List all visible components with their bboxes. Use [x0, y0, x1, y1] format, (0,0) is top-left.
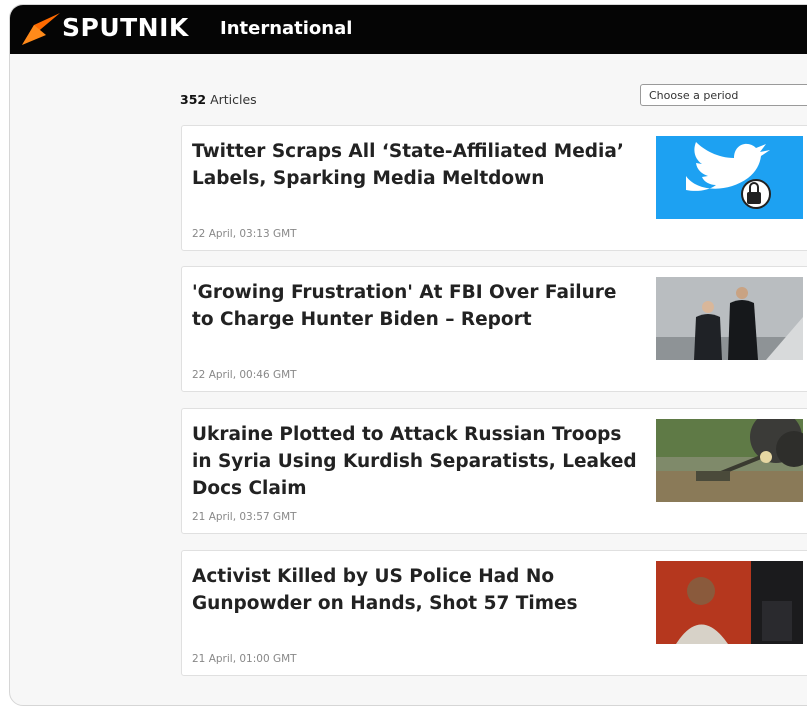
protest-portrait-image[interactable] — [656, 561, 803, 644]
article-date: 22 April, 00:46 GMT — [192, 369, 297, 381]
period-select[interactable]: Choose a period — [640, 84, 807, 106]
sputnik-logo-icon[interactable] — [20, 11, 60, 51]
article-count-number: 352 — [180, 92, 207, 107]
article-card[interactable]: Twitter Scraps All ‘State-Affiliated Med… — [181, 125, 807, 251]
two-men-walking-image[interactable] — [656, 277, 803, 360]
article-date: 21 April, 01:00 GMT — [192, 653, 297, 665]
article-date: 22 April, 03:13 GMT — [192, 228, 297, 240]
edition-label[interactable]: International — [220, 18, 352, 39]
article-date: 21 April, 03:57 GMT — [192, 511, 297, 523]
site-header: SPUTNIK International — [10, 5, 807, 54]
twitter-logo-lock-image[interactable] — [656, 136, 803, 219]
article-card[interactable]: Activist Killed by US Police Had No Gunp… — [181, 550, 807, 676]
article-card[interactable]: Ukraine Plotted to Attack Russian Troops… — [181, 408, 807, 534]
article-title[interactable]: Activist Killed by US Police Had No Gunp… — [192, 563, 642, 617]
artillery-firing-image[interactable] — [656, 419, 803, 502]
article-title[interactable]: 'Growing Frustration' At FBI Over Failur… — [192, 279, 642, 333]
article-title[interactable]: Ukraine Plotted to Attack Russian Troops… — [192, 421, 642, 502]
article-title[interactable]: Twitter Scraps All ‘State-Affiliated Med… — [192, 138, 642, 192]
article-count-label: Articles — [206, 92, 257, 107]
article-count: 352 Articles — [180, 92, 257, 107]
article-card[interactable]: 'Growing Frustration' At FBI Over Failur… — [181, 266, 807, 392]
logo-text[interactable]: SPUTNIK — [62, 13, 189, 42]
browser-frame: SPUTNIK International 352 Articles Choos… — [9, 4, 807, 706]
